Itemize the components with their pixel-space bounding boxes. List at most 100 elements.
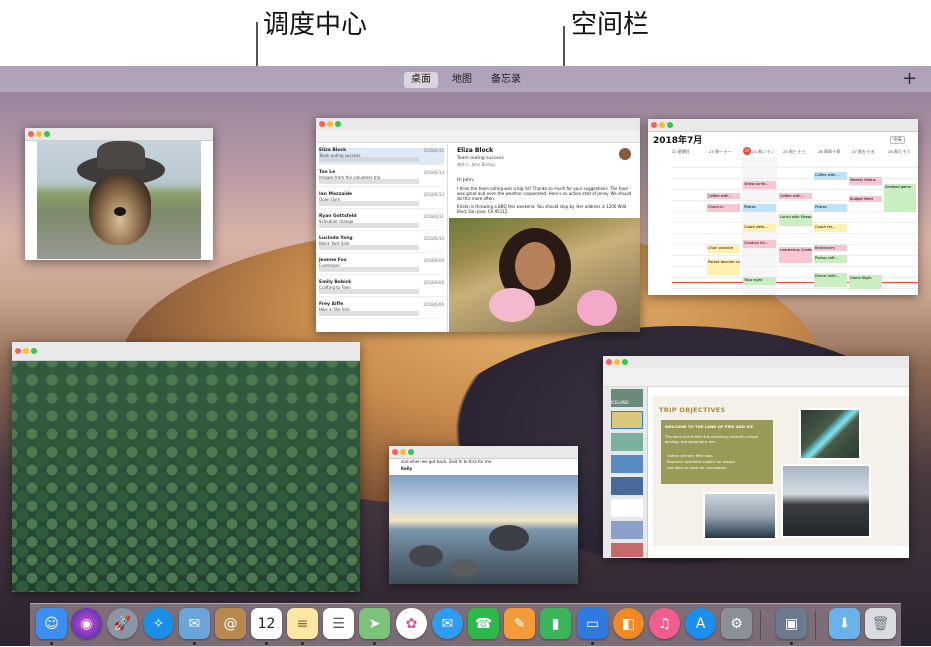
safari-icon[interactable]: ✧ (143, 608, 174, 639)
zoom-icon[interactable] (622, 359, 628, 365)
calendar-event[interactable]: Pilates (743, 204, 776, 212)
slide-thumb[interactable] (611, 521, 643, 539)
books-icon[interactable]: ◧ (613, 608, 644, 639)
mail-date: 2018/6/14 (423, 170, 444, 175)
calendar-event[interactable]: Pickup coff... (814, 255, 847, 263)
preview-icon[interactable]: ▣ (776, 608, 807, 639)
mail-photo-window[interactable]: and when we got back. Said hi to Kira fo… (389, 446, 578, 584)
calendar-event[interactable]: Taco night (743, 277, 776, 285)
zoom-icon[interactable] (335, 121, 341, 127)
running-indicator (373, 642, 376, 645)
space-tab-maps[interactable]: 地图 (445, 72, 479, 88)
minimize-icon[interactable] (23, 348, 29, 354)
zoom-icon[interactable] (44, 131, 50, 137)
notes-icon[interactable]: ≡ (287, 608, 318, 639)
calendar-event[interactable]: Parent teacher conferences (707, 259, 740, 275)
zoom-icon[interactable] (667, 122, 673, 128)
mail-date: 2018/6/11 (423, 214, 444, 219)
keynote-icon[interactable]: ▭ (577, 608, 608, 639)
mail-list-item[interactable]: Emily Bobick 2018/6/08 Crafting to Teen (319, 280, 444, 297)
calendar-event[interactable]: Game Night (849, 275, 882, 289)
finder-icon[interactable]: ☺ (36, 608, 67, 639)
preview-window-forest[interactable] (12, 342, 360, 592)
keynote-window[interactable]: ICELAND TRIP OBJECTIVES WELCOME TO THE L… (603, 356, 909, 558)
space-tab-desktop[interactable]: 桌面 (404, 72, 438, 88)
mail-window[interactable]: Eliza Block 2018/6/15 Team outing success … (316, 118, 640, 332)
slide-thumb[interactable] (611, 499, 643, 517)
system-preferences-icon[interactable]: ⚙ (721, 608, 752, 639)
calendar-event[interactable]: Conduct Int... (743, 240, 776, 248)
reminders-icon[interactable]: ☰ (323, 608, 354, 639)
slide-thumb[interactable] (611, 455, 643, 473)
calendar-event[interactable]: Coffee with... (779, 193, 812, 199)
maps-icon[interactable]: ➤ (359, 608, 390, 639)
mail-list-item[interactable]: Lucinda Yang 2018/6/10 Block Yard Sale (319, 236, 444, 253)
calendar-icon[interactable]: 12 (251, 608, 282, 639)
contacts-icon[interactable]: @ (215, 608, 246, 639)
close-icon[interactable] (392, 449, 398, 455)
close-icon[interactable] (15, 348, 21, 354)
calendar-event[interactable]: Weekly Status (849, 177, 882, 185)
mail-list-item[interactable]: Ian Mazzaide 2018/6/13 Open Gym (319, 192, 444, 209)
mail-date: 2018/6/13 (423, 192, 444, 197)
slide-thumb[interactable]: ICELAND (611, 389, 643, 407)
calendar-event[interactable]: Leadership Conference (779, 247, 812, 263)
calendar-event[interactable]: Coach fer... (814, 224, 847, 232)
calendar-event[interactable]: Lunch with Shawn (779, 214, 812, 226)
minimize-icon[interactable] (659, 122, 665, 128)
mail-stamp-icon[interactable]: ✉ (179, 608, 210, 639)
preview-window-dog[interactable] (25, 128, 213, 260)
close-icon[interactable] (651, 122, 657, 128)
minimize-icon[interactable] (614, 359, 620, 365)
calendar-event[interactable]: Coach defe... (743, 224, 776, 232)
mail-list-item[interactable]: Frey Aiffe 2018/6/06 Hike in the hills (319, 302, 444, 319)
minimize-icon[interactable] (327, 121, 333, 127)
close-icon[interactable] (28, 131, 34, 137)
slide-thumb[interactable] (611, 411, 643, 429)
downloads-folder-icon[interactable]: ⬇ (829, 608, 860, 639)
calendar-event[interactable]: Budget Meet (849, 196, 882, 202)
calendar-event[interactable]: Dinner with... (814, 273, 847, 287)
slide-thumb[interactable] (611, 433, 643, 451)
numbers-icon[interactable]: ▮ (540, 608, 571, 639)
slide-thumb[interactable] (611, 543, 643, 557)
calendar-event[interactable]: Seafood game (884, 184, 916, 212)
calendar-event[interactable]: Coffee with... (707, 193, 740, 199)
close-icon[interactable] (319, 121, 325, 127)
mail-message-view: Eliza Block Team outing success 收件人: Joh… (449, 144, 640, 332)
day-header: 25 周三·十三 (783, 149, 806, 154)
window-titlebar (648, 119, 918, 132)
add-space-button[interactable]: + (902, 69, 917, 89)
messages-icon[interactable]: ✉ (432, 608, 463, 639)
app-store-icon[interactable]: A (685, 608, 716, 639)
mail-preview (319, 157, 444, 162)
mail-list-item[interactable]: Tan Le 2018/6/14 Images from the volunteer… (319, 170, 444, 187)
calendar-event[interactable]: Check-in (707, 204, 740, 212)
itunes-icon[interactable]: ♫ (649, 608, 680, 639)
zoom-icon[interactable] (408, 449, 414, 455)
space-tab-notes[interactable]: 备忘录 (484, 72, 528, 88)
calendar-window[interactable]: 2018年7月 今天 22 星期日 23 周一·十一 24 24 周二·十二 2… (648, 119, 918, 295)
photos-icon[interactable]: ✿ (396, 608, 427, 639)
calendar-event[interactable]: Coffee with... (814, 172, 847, 180)
mail-list-item[interactable]: Eliza Block 2018/6/15 Team outing success (319, 148, 444, 165)
launchpad-icon[interactable]: 🚀 (107, 608, 138, 639)
siri-icon[interactable]: ◉ (71, 608, 102, 639)
minimize-icon[interactable] (36, 131, 42, 137)
facetime-icon[interactable]: ☎ (468, 608, 499, 639)
calendar-event[interactable]: Brainstorm (814, 245, 847, 251)
keynote-pages-icon[interactable]: ✎ (504, 608, 535, 639)
zoom-icon[interactable] (31, 348, 37, 354)
mail-preview (319, 179, 444, 184)
today-button[interactable]: 今天 (890, 136, 905, 144)
calendar-event[interactable]: Choir practice (707, 245, 740, 253)
calendar-event[interactable]: Video confe... (743, 181, 776, 189)
message-recipient: 收件人: John Bishop (457, 162, 496, 167)
trash-icon[interactable]: 🗑 (865, 608, 896, 639)
calendar-event[interactable]: Pilates (814, 204, 847, 212)
minimize-icon[interactable] (400, 449, 406, 455)
mail-list-item[interactable]: Jeanne Fox 2018/6/09 Fundraiser (319, 258, 444, 275)
close-icon[interactable] (606, 359, 612, 365)
slide-thumb[interactable] (611, 477, 643, 495)
mail-list-item[interactable]: Ryan Gottsfeld 2018/6/11 Schedule change (319, 214, 444, 231)
